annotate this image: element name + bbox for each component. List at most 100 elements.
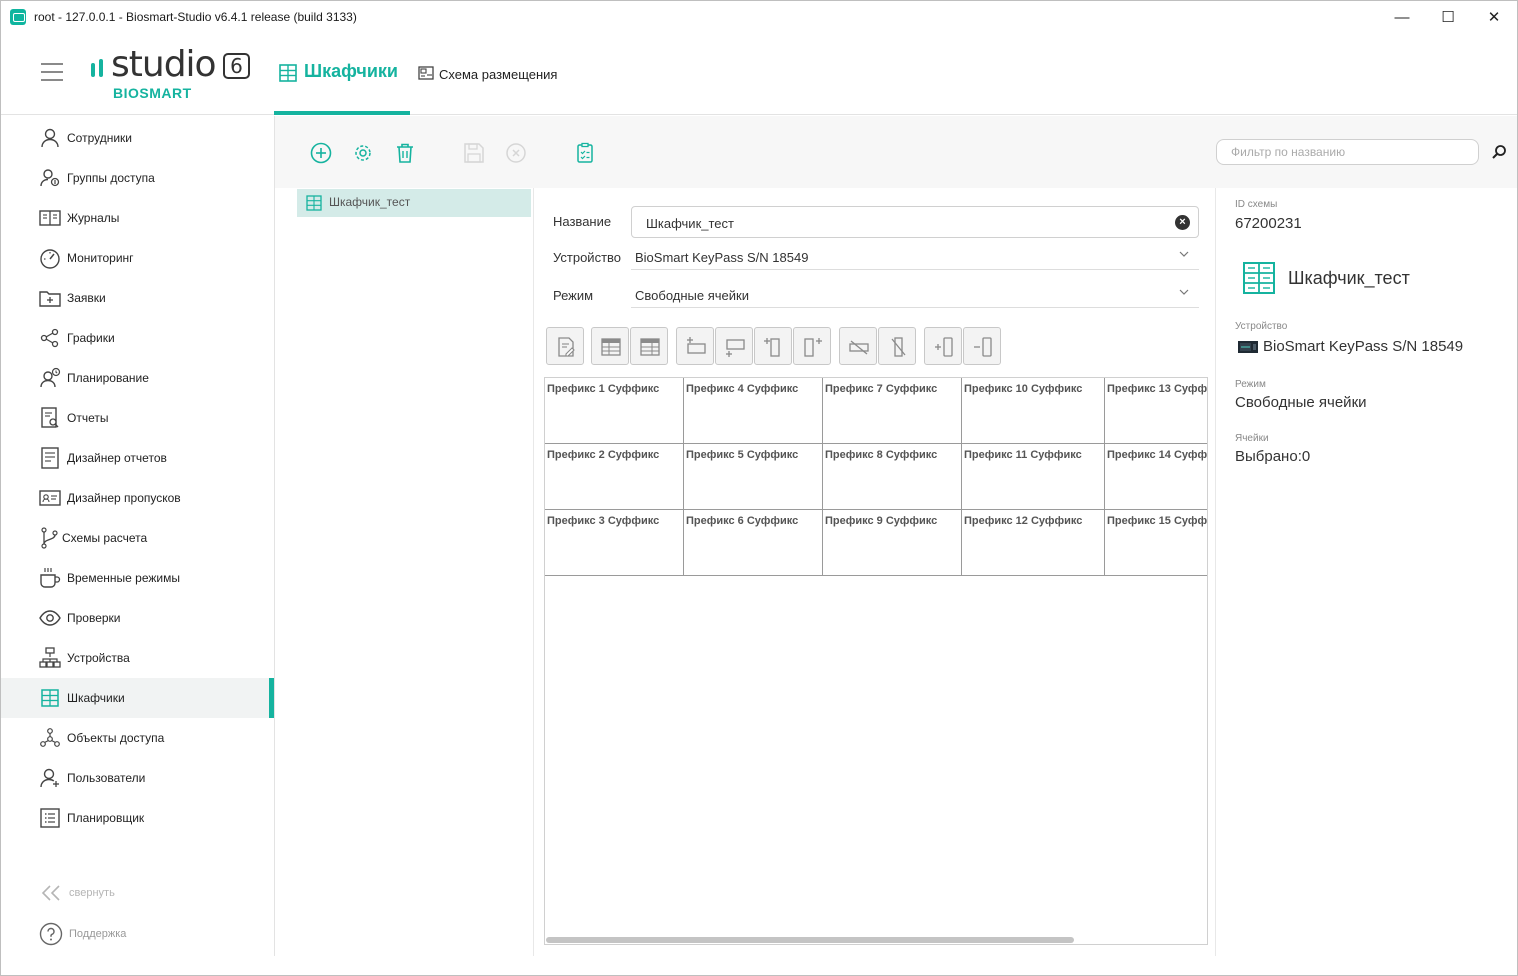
sidebar-item-lockers[interactable]: Шкафчики [1, 678, 274, 718]
locker-cell[interactable]: Префикс 12 Суффикс [962, 510, 1105, 576]
sidebar-item-planning[interactable]: Планирование [1, 358, 274, 398]
mode-select[interactable]: Свободные ячейки [631, 282, 1199, 308]
locker-editor: Название Шкафчик_тест × Устройство BioSm… [533, 188, 1215, 956]
device-info-label: Устройство [1235, 321, 1288, 332]
add-column-right-button[interactable] [793, 327, 831, 365]
locker-cell[interactable]: Префикс 4 Суффикс [684, 378, 823, 444]
locker-cell[interactable]: Префикс 9 Суффикс [823, 510, 962, 576]
locker-title: Шкафчик_тест [1242, 260, 1410, 296]
sidebar-item-label: Устройства [67, 651, 130, 665]
logo-version: 6 [223, 53, 250, 79]
chevron-down-icon [1179, 289, 1189, 295]
layout-scheme-icon [418, 66, 434, 80]
delete-row-button[interactable] [839, 327, 877, 365]
cells-info-value: Выбрано:0 [1235, 448, 1311, 465]
sidebar-item-label: Мониторинг [67, 251, 134, 265]
sidebar-item-requests[interactable]: Заявки [1, 278, 274, 318]
sidebar-item-reports[interactable]: Отчеты [1, 398, 274, 438]
maximize-button[interactable]: ☐ [1425, 1, 1471, 33]
sidebar-item-label: Группы доступа [67, 171, 155, 185]
sidebar-item-label: Графики [67, 331, 115, 345]
report-search-icon [41, 407, 59, 428]
cancel-icon[interactable] [505, 142, 527, 164]
app-window: root - 127.0.0.1 - Biosmart-Studio v6.4.… [0, 0, 1518, 976]
tab-lockers[interactable]: Шкафчики [274, 33, 410, 115]
close-button[interactable]: ✕ [1471, 1, 1517, 33]
sidebar-item-calc-schemes[interactable]: Схемы расчета [1, 518, 274, 558]
settings-gear-icon[interactable] [352, 142, 374, 164]
details-panel: ID схемы 67200231 Шкафчик_тест Устройств… [1215, 188, 1517, 956]
eye-icon [39, 610, 61, 626]
add-cell-button[interactable] [924, 327, 962, 365]
name-field[interactable]: Шкафчик_тест × [631, 206, 1199, 238]
locker-cell[interactable]: Префикс 5 Суффикс [684, 444, 823, 510]
add-row-above-button[interactable] [676, 327, 714, 365]
locker-cell[interactable]: Префикс 13 Суффикс [1105, 378, 1207, 444]
scrollbar-thumb[interactable] [546, 937, 1074, 943]
locker-cell[interactable]: Префикс 15 Суффикс [1105, 510, 1207, 576]
add-row-below-button[interactable] [715, 327, 753, 365]
locker-cell[interactable]: Префикс 1 Суффикс [545, 378, 684, 444]
minimize-button[interactable]: — [1379, 1, 1425, 33]
sidebar-item-scheduler[interactable]: Планировщик [1, 798, 274, 838]
sidebar-item-access-groups[interactable]: Группы доступа [1, 158, 274, 198]
column-delete-icon [891, 337, 906, 357]
sidebar-item-access-objects[interactable]: Объекты доступа [1, 718, 274, 758]
add-column-left-button[interactable] [754, 327, 792, 365]
table-split-icon [640, 338, 660, 356]
locker-cell[interactable]: Префикс 7 Суффикс [823, 378, 962, 444]
search-icon[interactable] [1491, 144, 1507, 160]
hamburger-menu-icon[interactable] [41, 63, 63, 81]
tab-layout-label: Схема размещения [439, 67, 558, 82]
sidebar-item-schedules[interactable]: Графики [1, 318, 274, 358]
delete-column-button[interactable] [878, 327, 916, 365]
locker-icon [279, 64, 297, 82]
sidebar-item-label: Отчеты [67, 411, 109, 425]
tab-active-indicator [274, 111, 410, 115]
sidebar-item-checks[interactable]: Проверки [1, 598, 274, 638]
locker-cell[interactable]: Префикс 2 Суффикс [545, 444, 684, 510]
table-merge-icon [601, 338, 621, 356]
sidebar-item-report-designer[interactable]: Дизайнер отчетов [1, 438, 274, 478]
locker-cell[interactable]: Префикс 14 Суффикс [1105, 444, 1207, 510]
chevron-down-icon [1179, 251, 1189, 257]
sidebar-item-monitoring[interactable]: Мониторинг [1, 238, 274, 278]
locker-cell[interactable]: Префикс 11 Суффикс [962, 444, 1105, 510]
locker-cell[interactable]: Префикс 8 Суффикс [823, 444, 962, 510]
sidebar-item-employees[interactable]: Сотрудники [1, 118, 274, 158]
collapse-sidebar-button[interactable]: свернуть [39, 884, 115, 902]
sidebar-item-journals[interactable]: Журналы [1, 198, 274, 238]
filter-by-name-input[interactable] [1216, 139, 1479, 165]
locker-cell[interactable]: Префикс 3 Суффикс [545, 510, 684, 576]
sidebar-item-label: Временные режимы [67, 571, 180, 585]
row-insert-top-icon [687, 337, 706, 354]
horizontal-scrollbar[interactable] [544, 936, 1208, 944]
edit-cells-button[interactable] [546, 327, 584, 365]
gauge-icon [40, 249, 60, 269]
group-icon [40, 169, 60, 187]
delete-trash-icon[interactable] [394, 142, 416, 164]
locker-cell[interactable]: Префикс 10 Суффикс [962, 378, 1105, 444]
list-item[interactable]: Шкафчик_тест [297, 189, 531, 217]
list-icon [40, 808, 60, 828]
sidebar-item-devices[interactable]: Устройства [1, 638, 274, 678]
double-chevron-left-icon [41, 885, 60, 901]
studio-logo: studio 6 BIOSMART [89, 45, 259, 105]
sidebar-item-pass-designer[interactable]: Дизайнер пропусков [1, 478, 274, 518]
clipboard-check-icon[interactable] [574, 142, 596, 164]
locker-icon [1243, 262, 1275, 294]
device-info: BioSmart KeyPass S/N 18549 [1238, 338, 1463, 355]
merge-cells-button[interactable] [591, 327, 629, 365]
sidebar-item-time-modes[interactable]: Временные режимы [1, 558, 274, 598]
sidebar-item-users[interactable]: Пользователи [1, 758, 274, 798]
save-icon[interactable] [463, 142, 485, 164]
sidebar-item-label: Заявки [67, 291, 106, 305]
split-cells-button[interactable] [630, 327, 668, 365]
device-select[interactable]: BioSmart KeyPass S/N 18549 [631, 244, 1199, 270]
remove-cell-button[interactable] [963, 327, 1001, 365]
clear-field-icon[interactable]: × [1175, 215, 1190, 230]
add-icon[interactable] [310, 142, 332, 164]
support-button[interactable]: Поддержка [39, 922, 126, 946]
locker-cell[interactable]: Префикс 6 Суффикс [684, 510, 823, 576]
main-toolbar [275, 116, 1517, 188]
